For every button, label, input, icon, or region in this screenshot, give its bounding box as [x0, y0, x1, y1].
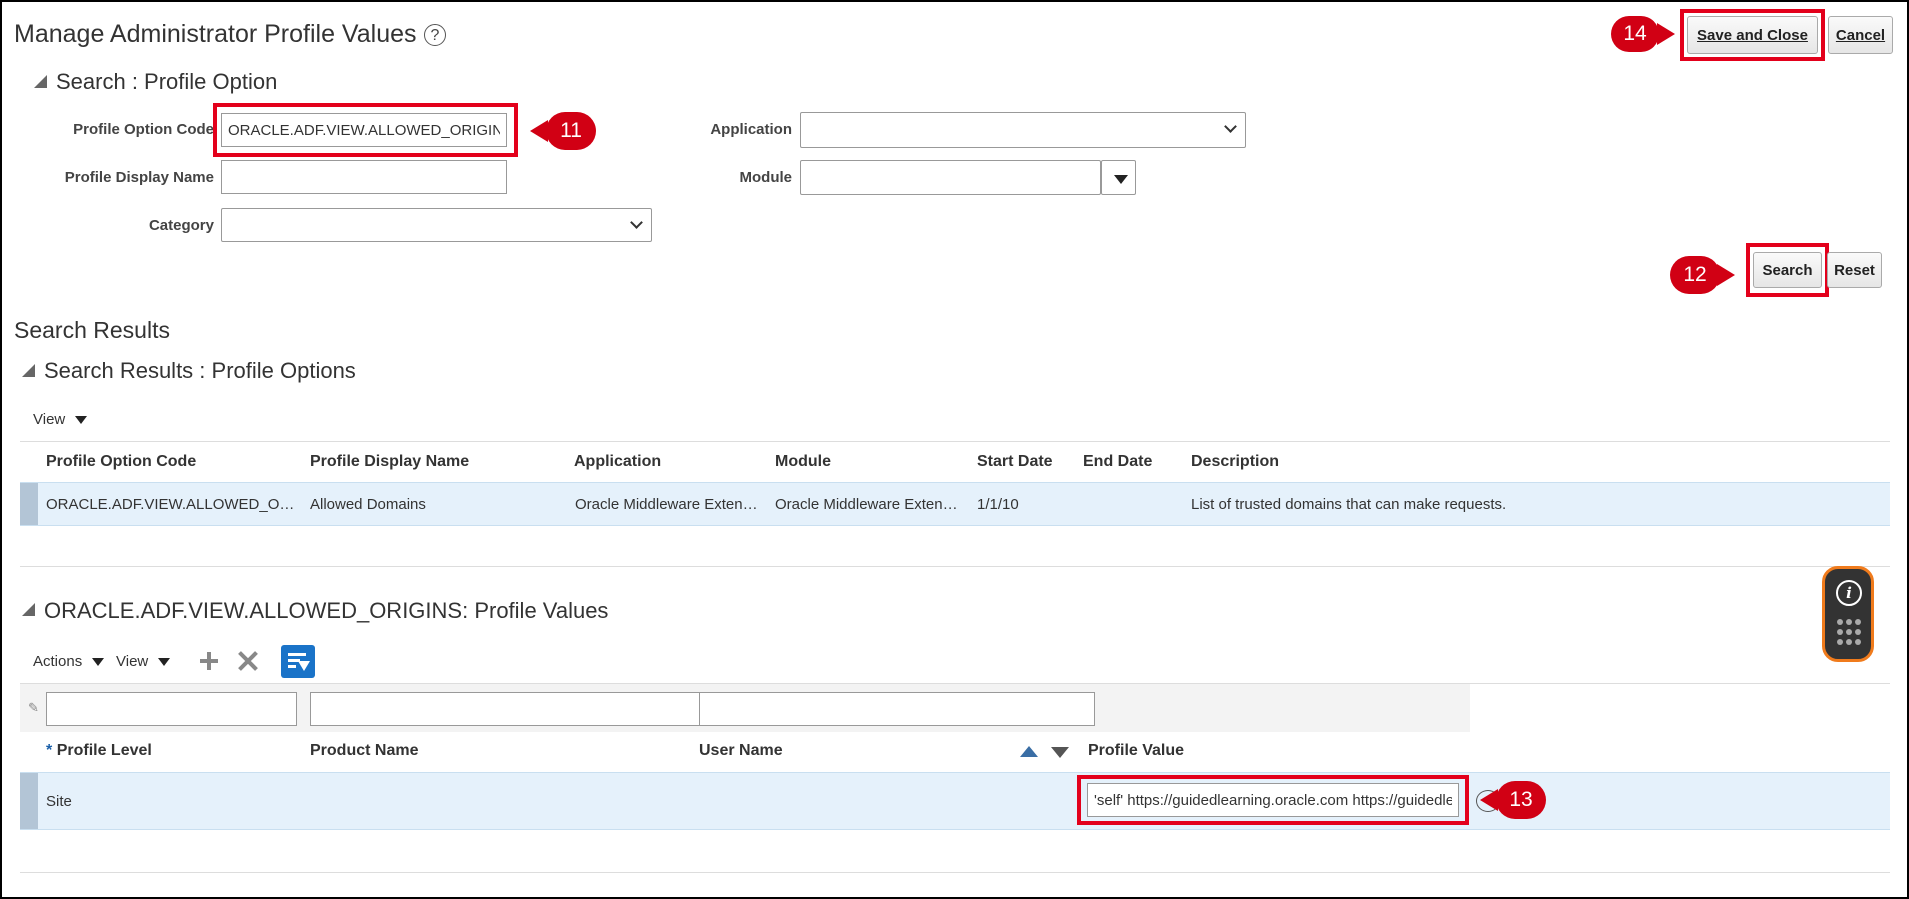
table-row[interactable]: ORACLE.ADF.VIEW.ALLOWED_ORIGINS Allowed … [20, 482, 1890, 526]
view-label: View [33, 411, 66, 428]
results-col-application[interactable]: Application [574, 453, 661, 471]
profile-level-header: Profile Level [56, 742, 152, 759]
table-row[interactable]: Site [20, 772, 1890, 830]
values-col-user-name[interactable]: User Name [699, 742, 783, 760]
save-and-close-button[interactable]: Save and Close [1687, 16, 1818, 54]
guided-learning-widget[interactable]: i [1822, 566, 1874, 662]
results-col-start-date[interactable]: Start Date [977, 453, 1053, 471]
values-view-menu[interactable]: View [116, 653, 171, 670]
results-view-menu[interactable]: View [33, 411, 88, 428]
application-label: Application [710, 121, 792, 138]
search-button[interactable]: Search [1753, 252, 1822, 288]
callout-13-pointer [1480, 789, 1498, 811]
query-by-example-icon[interactable] [281, 645, 315, 678]
profile-display-name-input[interactable] [221, 160, 507, 194]
delete-icon[interactable] [238, 651, 258, 671]
results-col-description[interactable]: Description [1191, 453, 1279, 471]
values-bottom-divider [20, 872, 1890, 873]
results-section-collapse-icon[interactable] [22, 364, 35, 377]
callout-14: 14 [1611, 16, 1659, 52]
add-icon[interactable] [200, 652, 218, 670]
results-section-title: Search Results : Profile Options [44, 358, 356, 383]
results-cell-module: Oracle Middleware Extensions for Applica… [775, 496, 963, 513]
profile-display-name-label: Profile Display Name [64, 169, 214, 186]
profile-option-code-label: Profile Option Code [73, 121, 214, 138]
row-selector[interactable] [20, 483, 38, 525]
caret-down-icon [158, 658, 171, 666]
results-bottom-divider [20, 566, 1890, 567]
callout-12: 12 [1670, 256, 1720, 294]
category-select[interactable] [221, 208, 652, 242]
grid-menu-icon[interactable] [1837, 619, 1861, 649]
values-cell-profile-level: Site [46, 793, 72, 810]
search-section-title: Search : Profile Option [56, 69, 278, 94]
callout-11: 11 [546, 112, 596, 150]
values-section-collapse-icon[interactable] [22, 603, 35, 616]
results-col-end-date[interactable]: End Date [1083, 453, 1152, 471]
caret-down-icon [1114, 175, 1128, 184]
filter-product-name-input[interactable] [310, 692, 706, 726]
category-label: Category [148, 217, 214, 234]
search-section-collapse-icon[interactable] [34, 75, 47, 88]
filter-edit-icon: ✎ [28, 700, 39, 715]
reset-button[interactable]: Reset [1827, 252, 1882, 288]
profile-value-input[interactable] [1087, 783, 1459, 817]
results-cell-description: List of trusted domains that can make re… [1191, 496, 1507, 513]
view-label: View [116, 653, 149, 670]
results-toolbar-divider [20, 441, 1890, 442]
page-title: Manage Administrator Profile Values [14, 20, 417, 48]
callout-14-pointer [1657, 23, 1675, 45]
sort-descending-icon[interactable] [1051, 747, 1069, 758]
values-col-profile-value[interactable]: Profile Value [1088, 742, 1184, 760]
results-col-code[interactable]: Profile Option Code [46, 453, 196, 471]
info-icon[interactable]: i [1836, 580, 1862, 606]
caret-down-icon [75, 416, 88, 424]
results-col-module[interactable]: Module [775, 453, 831, 471]
results-cell-application: Oracle Middleware Extensions for Applica… [575, 496, 763, 513]
callout-13: 13 [1496, 781, 1546, 819]
filter-profile-level-input[interactable] [46, 692, 297, 726]
module-dropdown-button[interactable] [1101, 160, 1136, 195]
profile-option-code-input[interactable] [221, 113, 507, 147]
row-selector[interactable] [20, 773, 38, 829]
results-col-display-name[interactable]: Profile Display Name [310, 453, 469, 471]
filter-row: ✎ [20, 684, 1470, 732]
values-col-product-name[interactable]: Product Name [310, 742, 418, 760]
values-col-profile-level[interactable]: * Profile Level [46, 742, 152, 760]
chevron-down-icon [630, 216, 643, 229]
results-cell-display-name: Allowed Domains [310, 496, 426, 513]
module-label: Module [739, 169, 793, 186]
search-results-heading: Search Results [14, 317, 170, 343]
required-mark: * [46, 742, 53, 759]
results-cell-start-date: 1/1/10 [977, 496, 1019, 513]
results-cell-code: ORACLE.ADF.VIEW.ALLOWED_ORIGINS [46, 496, 296, 513]
module-input[interactable] [800, 160, 1101, 195]
sort-ascending-icon[interactable] [1020, 746, 1038, 757]
filter-user-name-input[interactable] [699, 692, 1095, 726]
callout-11-pointer [530, 120, 548, 142]
help-icon[interactable]: ? [424, 24, 446, 46]
callout-12-pointer [1717, 264, 1735, 286]
values-section-title: ORACLE.ADF.VIEW.ALLOWED_ORIGINS: Profile… [44, 598, 609, 623]
application-select[interactable] [800, 112, 1246, 148]
actions-label: Actions [33, 653, 83, 670]
cancel-button[interactable]: Cancel [1828, 16, 1893, 54]
chevron-down-icon [1224, 120, 1237, 133]
actions-menu[interactable]: Actions [33, 653, 105, 670]
caret-down-icon [92, 658, 105, 666]
